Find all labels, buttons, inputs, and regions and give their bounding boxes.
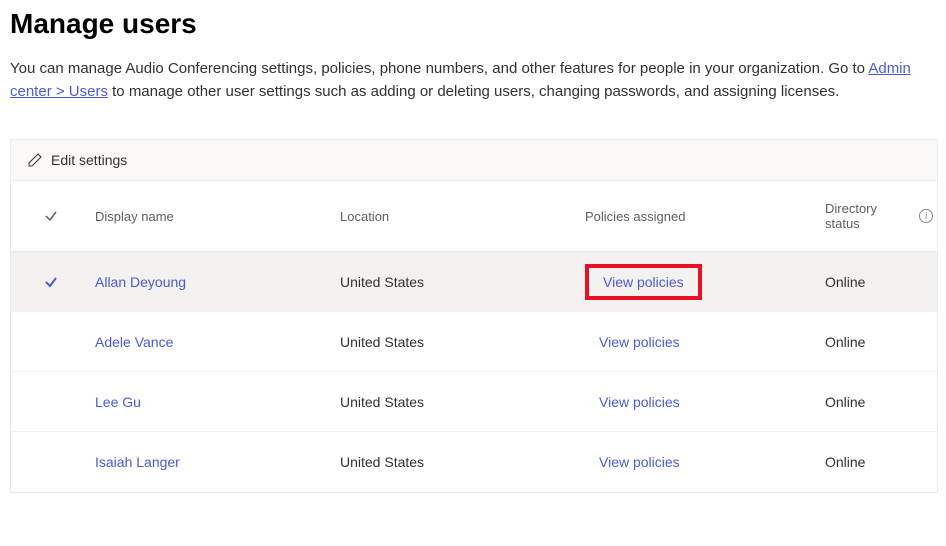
column-header-location[interactable]: Location: [336, 201, 581, 232]
column-header-directory-status[interactable]: Directory status i: [821, 193, 937, 239]
edit-icon: [27, 152, 43, 168]
intro-text-suffix: to manage other user settings such as ad…: [108, 83, 839, 100]
intro-text-prefix: You can manage Audio Conferencing settin…: [10, 60, 868, 77]
user-name-link[interactable]: Allan Deyoung: [91, 274, 336, 290]
user-location: United States: [336, 334, 581, 350]
user-status: Online: [821, 454, 937, 470]
user-name-link[interactable]: Isaiah Langer: [91, 454, 336, 470]
view-policies-link[interactable]: View policies: [585, 384, 694, 420]
user-status: Online: [821, 334, 937, 350]
user-location: United States: [336, 454, 581, 470]
user-location: United States: [336, 274, 581, 290]
users-panel: Edit settings Display name Location Poli…: [10, 139, 938, 493]
table-header: Display name Location Policies assigned …: [11, 181, 937, 252]
user-name-link[interactable]: Lee Gu: [91, 394, 336, 410]
user-status: Online: [821, 274, 937, 290]
user-name-link[interactable]: Adele Vance: [91, 334, 336, 350]
table-body: Allan Deyoung United States View policie…: [11, 252, 937, 492]
view-policies-link[interactable]: View policies: [585, 324, 694, 360]
view-policies-link[interactable]: View policies: [585, 264, 702, 300]
user-status: Online: [821, 394, 937, 410]
checkmark-icon: [43, 208, 59, 224]
table-row[interactable]: Allan Deyoung United States View policie…: [11, 252, 937, 312]
table-row[interactable]: Adele Vance United States View policies …: [11, 312, 937, 372]
info-icon[interactable]: i: [919, 209, 933, 223]
checkmark-icon: [43, 274, 59, 290]
table-row[interactable]: Isaiah Langer United States View policie…: [11, 432, 937, 492]
user-location: United States: [336, 394, 581, 410]
row-select[interactable]: [11, 274, 91, 290]
page-title: Manage users: [10, 8, 938, 40]
edit-settings-button[interactable]: Edit settings: [51, 152, 127, 168]
directory-status-label: Directory status: [825, 201, 913, 231]
view-policies-link[interactable]: View policies: [585, 444, 694, 480]
page-intro: You can manage Audio Conferencing settin…: [10, 58, 938, 103]
column-header-policies[interactable]: Policies assigned: [581, 201, 821, 232]
toolbar: Edit settings: [11, 140, 937, 181]
column-header-display-name[interactable]: Display name: [91, 201, 336, 232]
column-header-select[interactable]: [11, 200, 91, 232]
table-row[interactable]: Lee Gu United States View policies Onlin…: [11, 372, 937, 432]
